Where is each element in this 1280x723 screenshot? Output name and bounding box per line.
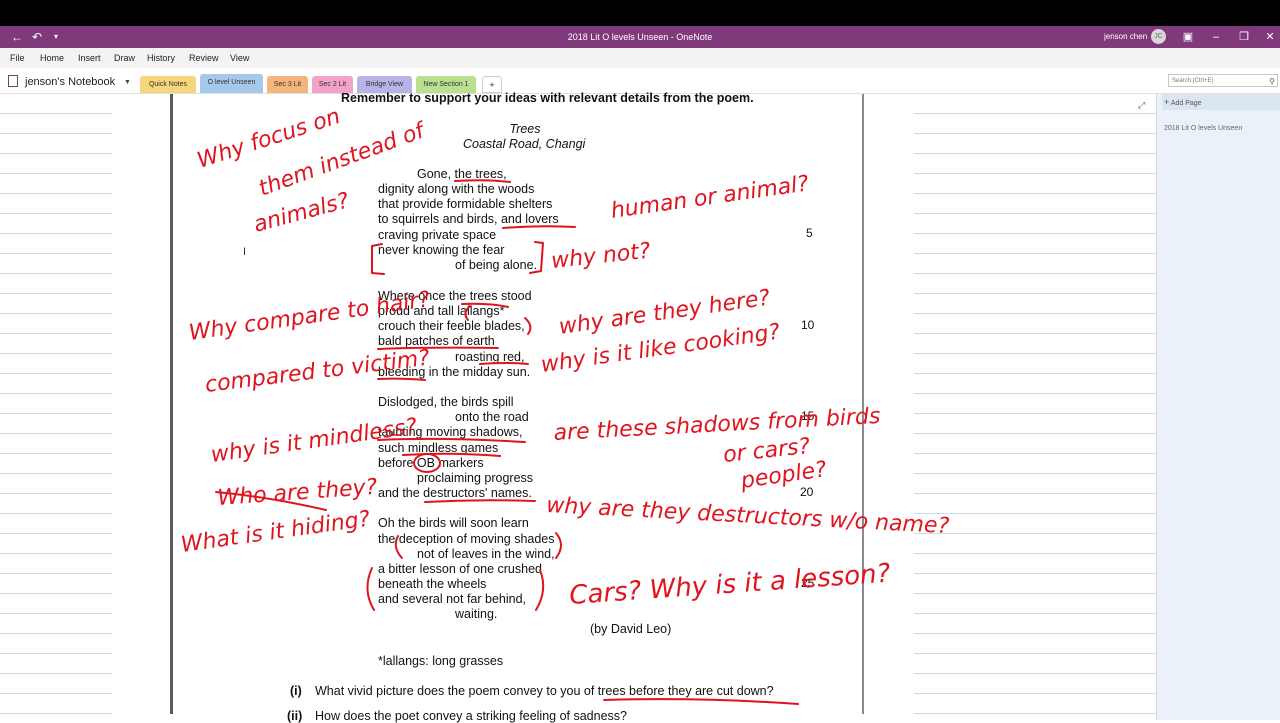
poem-line: craving private space [378,228,497,242]
poem-line: beneath the wheels [378,577,487,591]
poem-line: bleeding in the midday sun. [378,365,531,379]
poem-line: and the destructors' names. [378,486,532,500]
tab-insert[interactable]: Insert [78,48,101,68]
poem-line: taunting moving shadows, [378,425,523,439]
window-title: 2018 Lit O levels Unseen - OneNote [567,32,713,42]
section-tab-sec-3-lit[interactable]: Sec 3 Lit [267,76,308,93]
poem-line: and several not far behind, [378,592,527,606]
poem-line: such mindless games [378,441,499,455]
close-button[interactable]: ✕ [1256,26,1280,48]
notebook-icon [8,75,18,87]
tab-review[interactable]: Review [189,48,219,68]
maximize-button[interactable]: ❐ [1230,26,1258,48]
plus-icon: + [1164,97,1170,107]
question-number: (ii) [287,709,303,723]
line-number: 25 [801,576,815,590]
tab-draw[interactable]: Draw [114,48,135,68]
poem-line: roasting red, [455,350,525,364]
fullscreen-icon[interactable]: ▣ [1174,26,1202,48]
poem-line: that provide formidable shelters [378,197,553,211]
poem-line: proud and tall lallangs* [378,304,505,318]
question-text: How does the poet convey a striking feel… [315,709,627,723]
poem-line: Oh the birds will soon learn [378,516,529,530]
poem-line: of being alone. [455,258,538,272]
screen-top-strip [0,0,1280,26]
poem-line: onto the road [455,410,529,424]
section-tab-o-level-unseen[interactable]: O level Unseen [200,74,263,93]
instruction: Remember to support your ideas with rele… [341,91,754,105]
poem-line: to squirrels and birds, and lovers [378,212,559,226]
tab-home[interactable]: Home [40,48,64,68]
poem-line: never knowing the fear [378,243,505,257]
poem-line: Dislodged, the birds spill [378,395,514,409]
tab-history[interactable]: History [147,48,175,68]
text-cursor-icon: I [243,246,247,258]
avatar[interactable]: JC [1151,29,1166,44]
title-bar: ← ↶ ▾ 2018 Lit O levels Unseen - OneNote… [0,26,1280,48]
search-icon[interactable]: ⚲ [1269,75,1275,88]
add-page-button[interactable]: + Add Page [1162,94,1280,110]
tab-file[interactable]: File [10,48,25,68]
poem-author: (by David Leo) [590,622,672,636]
line-number: 15 [801,409,815,423]
user-name[interactable]: jenson chen [1104,26,1147,48]
search-input[interactable]: Search (Ctrl+E) ⚲ [1168,74,1278,87]
expand-icon[interactable]: ⤢ [1138,100,1145,111]
chevron-down-icon[interactable]: ▼ [124,69,131,96]
page-edge [170,94,173,714]
poem-line: crouch their feeble blades, [378,319,525,333]
poem-line: Gone, the trees, [417,167,507,181]
pages-panel [1156,94,1280,720]
page-list-item[interactable]: 2018 Lit O levels Unseen [1164,125,1242,132]
add-page-label: Add Page [1170,100,1202,107]
line-number: 5 [806,226,813,240]
line-number: 10 [801,318,815,332]
line-number: 20 [800,485,814,499]
poem-subtitle: Coastal Road, Changi [463,137,586,151]
minimize-button[interactable]: – [1202,26,1230,48]
poem-line: Where once the trees stood [378,289,532,303]
poem-line: not of leaves in the wind, [417,547,555,561]
poem-line: proclaiming progress [417,471,534,485]
search-placeholder: Search (Ctrl+E) [1172,78,1214,84]
page-edge [862,94,864,714]
poem-line: before OB markers [378,456,484,470]
poem-line: bald patches of earth [378,334,495,348]
poem-title: Trees [509,122,541,136]
tab-view[interactable]: View [230,48,249,68]
ribbon-tabs: File Home Insert Draw History Review Vie… [0,48,1280,68]
poem-line: waiting. [455,607,498,621]
footnote: *lallangs: long grasses [378,654,504,668]
section-tab-quick-notes[interactable]: Quick Notes [140,76,196,93]
poem-line: the deception of moving shades [378,532,555,546]
notebook-name[interactable]: jenson's Notebook [25,69,115,95]
poem-line: dignity along with the woods [378,182,535,196]
question-number: (i) [290,684,302,698]
poem-line: a bitter lesson of one crushed [378,562,542,576]
question-text: What vivid picture does the poem convey … [315,684,774,698]
